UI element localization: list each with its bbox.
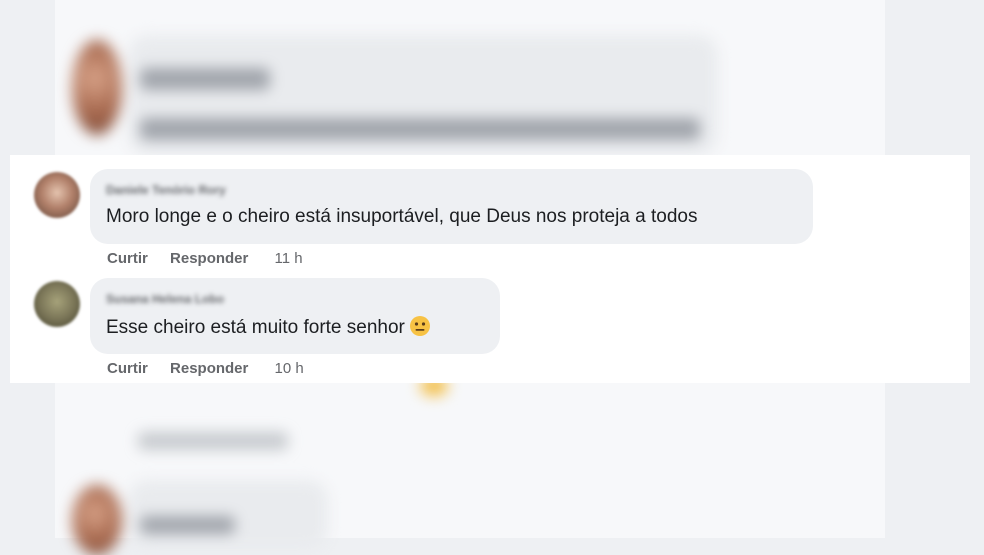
comments-strip: Daniele Tenório Rory Moro longe e o chei… bbox=[10, 155, 970, 383]
comment-author[interactable]: Susana Helena Lobo bbox=[106, 292, 224, 306]
comment-bubble: Daniele Tenório Rory Moro longe e o chei… bbox=[90, 169, 813, 244]
blurred-avatar bbox=[72, 485, 122, 555]
comment-timestamp[interactable]: 10 h bbox=[275, 360, 304, 377]
blurred-text bbox=[140, 118, 700, 140]
comment-text: Esse cheiro está muito forte senhor bbox=[106, 317, 405, 338]
avatar[interactable] bbox=[34, 172, 80, 218]
reply-button[interactable]: Responder bbox=[170, 250, 248, 267]
neutral-face-icon bbox=[409, 315, 431, 343]
like-button[interactable]: Curtir bbox=[107, 360, 148, 377]
comment-bubble: Susana Helena Lobo Esse cheiro está muit… bbox=[90, 278, 500, 354]
blurred-text bbox=[138, 432, 288, 450]
blurred-bubble bbox=[128, 480, 328, 550]
reply-button[interactable]: Responder bbox=[170, 360, 248, 377]
blurred-text bbox=[140, 516, 235, 534]
avatar[interactable] bbox=[34, 281, 80, 327]
comment-actions: Curtir Responder 10 h bbox=[107, 360, 304, 377]
blurred-avatar bbox=[72, 40, 122, 135]
like-button[interactable]: Curtir bbox=[107, 250, 148, 267]
blurred-text bbox=[140, 68, 270, 90]
comment-actions: Curtir Responder 11 h bbox=[107, 250, 303, 267]
comment-author[interactable]: Daniele Tenório Rory bbox=[106, 183, 226, 197]
comment-timestamp[interactable]: 11 h bbox=[275, 250, 303, 267]
comment-text-wrapper: Esse cheiro está muito forte senhor bbox=[106, 315, 431, 343]
comment-text: Moro longe e o cheiro está insuportável,… bbox=[106, 206, 698, 227]
